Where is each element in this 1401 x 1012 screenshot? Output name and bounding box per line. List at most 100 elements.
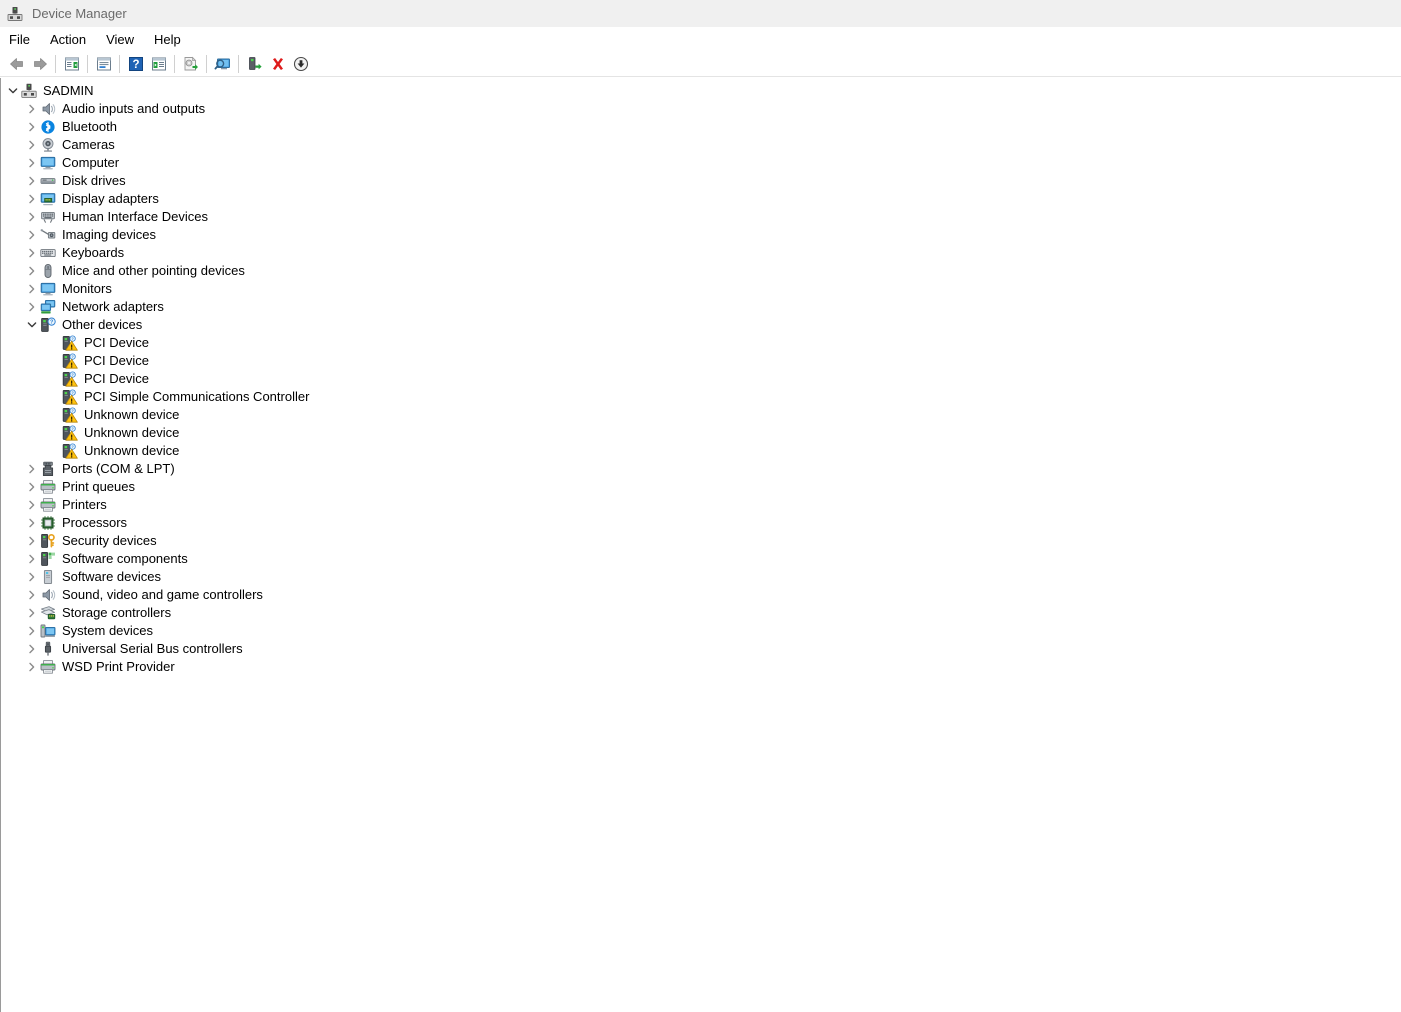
help-button[interactable]: ?	[124, 53, 147, 75]
chevron-right-icon[interactable]	[24, 550, 40, 568]
tree-node-software-components[interactable]: Software components	[1, 550, 1401, 568]
tree-node-label: Unknown device	[84, 425, 179, 441]
tree-node-sound-video-and-game-controllers[interactable]: Sound, video and game controllers	[1, 586, 1401, 604]
forward-button[interactable]	[28, 53, 51, 75]
chevron-right-icon[interactable]	[24, 532, 40, 550]
update-driver-button[interactable]	[179, 53, 202, 75]
tree-node-monitors[interactable]: Monitors	[1, 280, 1401, 298]
chevron-right-icon[interactable]	[24, 658, 40, 676]
tree-node-system-devices[interactable]: System devices	[1, 622, 1401, 640]
chevron-right-icon[interactable]	[24, 208, 40, 226]
chevron-right-icon[interactable]	[24, 136, 40, 154]
tree-node-label: PCI Device	[84, 371, 149, 387]
tree-node-storage-controllers[interactable]: Storage controllers	[1, 604, 1401, 622]
chevron-right-icon[interactable]	[24, 478, 40, 496]
tree-node-label: Security devices	[62, 533, 157, 549]
printer-icon	[40, 659, 56, 675]
tree-node-label: Display adapters	[62, 191, 159, 207]
svg-text:?: ?	[132, 59, 139, 71]
tree-node-pci-simple-communications-controller[interactable]: ? PCI Simple Communications Controller	[1, 388, 1401, 406]
tree-node-sadmin[interactable]: SADMIN	[1, 82, 1401, 100]
tree-node-label: Processors	[62, 515, 127, 531]
chevron-right-icon[interactable]	[24, 298, 40, 316]
chevron-right-icon[interactable]	[24, 496, 40, 514]
tree-node-universal-serial-bus-controllers[interactable]: Universal Serial Bus controllers	[1, 640, 1401, 658]
tree-node-label: Bluetooth	[62, 119, 117, 135]
menu-help[interactable]: Help	[154, 31, 192, 48]
chevron-right-icon[interactable]	[24, 604, 40, 622]
tree-node-processors[interactable]: Processors	[1, 514, 1401, 532]
hid-icon	[40, 209, 56, 225]
tree-node-human-interface-devices[interactable]: Human Interface Devices	[1, 208, 1401, 226]
tree-node-print-queues[interactable]: Print queues	[1, 478, 1401, 496]
device-tree-panel[interactable]: SADMIN Audio inputs and outputs Bluetoot…	[0, 78, 1401, 1012]
chevron-right-icon[interactable]	[24, 262, 40, 280]
scan-hardware-changes-button[interactable]	[211, 53, 234, 75]
chevron-down-icon[interactable]	[24, 316, 40, 334]
back-button[interactable]	[5, 53, 28, 75]
tree-node-pci-device[interactable]: ? PCI Device	[1, 370, 1401, 388]
chevron-right-icon[interactable]	[24, 280, 40, 298]
chevron-right-icon[interactable]	[24, 568, 40, 586]
tree-node-network-adapters[interactable]: Network adapters	[1, 298, 1401, 316]
tree-node-bluetooth[interactable]: Bluetooth	[1, 118, 1401, 136]
forward-arrow-icon	[31, 55, 49, 73]
enable-device-button[interactable]	[243, 53, 266, 75]
chevron-right-icon[interactable]	[24, 154, 40, 172]
display-adapter-icon	[40, 191, 56, 207]
tree-node-software-devices[interactable]: Software devices	[1, 568, 1401, 586]
tree-node-imaging-devices[interactable]: Imaging devices	[1, 226, 1401, 244]
imaging-device-icon	[40, 227, 56, 243]
tree-node-unknown-device[interactable]: ? Unknown device	[1, 424, 1401, 442]
chevron-right-icon[interactable]	[24, 172, 40, 190]
tree-node-security-devices[interactable]: Security devices	[1, 532, 1401, 550]
tree-node-pci-device[interactable]: ? PCI Device	[1, 334, 1401, 352]
tree-node-other-devices[interactable]: ?Other devices	[1, 316, 1401, 334]
tree-node-disk-drives[interactable]: Disk drives	[1, 172, 1401, 190]
tree-node-computer[interactable]: Computer	[1, 154, 1401, 172]
show-hide-action-pane-button[interactable]	[147, 53, 170, 75]
tree-node-label: Universal Serial Bus controllers	[62, 641, 243, 657]
uninstall-device-button[interactable]	[266, 53, 289, 75]
tree-node-audio-inputs-and-outputs[interactable]: Audio inputs and outputs	[1, 100, 1401, 118]
tree-node-unknown-device[interactable]: ? Unknown device	[1, 406, 1401, 424]
chevron-right-icon[interactable]	[24, 118, 40, 136]
tree-node-display-adapters[interactable]: Display adapters	[1, 190, 1401, 208]
tree-node-ports-com-and-lpt[interactable]: Ports (COM & LPT)	[1, 460, 1401, 478]
tree-node-label: Storage controllers	[62, 605, 171, 621]
properties-button[interactable]	[92, 53, 115, 75]
tree-node-label: SADMIN	[43, 83, 94, 99]
tree-node-unknown-device[interactable]: ? Unknown device	[1, 442, 1401, 460]
chevron-right-icon[interactable]	[24, 640, 40, 658]
tree-node-printers[interactable]: Printers	[1, 496, 1401, 514]
chevron-right-icon[interactable]	[24, 226, 40, 244]
mouse-icon	[40, 263, 56, 279]
toolbar-separator	[238, 55, 239, 73]
tree-node-keyboards[interactable]: Keyboards	[1, 244, 1401, 262]
show-hide-console-tree-button[interactable]	[60, 53, 83, 75]
chevron-right-icon[interactable]	[24, 190, 40, 208]
tree-node-label: Audio inputs and outputs	[62, 101, 205, 117]
chevron-right-icon[interactable]	[24, 622, 40, 640]
keyboard-icon	[40, 245, 56, 261]
menu-file[interactable]: File	[9, 31, 41, 48]
window-title: Device Manager	[32, 7, 127, 20]
tree-node-label: PCI Device	[84, 353, 149, 369]
chevron-right-icon[interactable]	[24, 460, 40, 478]
tree-node-label: WSD Print Provider	[62, 659, 175, 675]
tree-node-mice-and-other-pointing-devices[interactable]: Mice and other pointing devices	[1, 262, 1401, 280]
menu-action[interactable]: Action	[50, 31, 97, 48]
chevron-right-icon[interactable]	[24, 514, 40, 532]
chevron-right-icon[interactable]	[24, 100, 40, 118]
tree-node-pci-device[interactable]: ? PCI Device	[1, 352, 1401, 370]
chevron-down-icon[interactable]	[5, 82, 21, 100]
menu-view[interactable]: View	[106, 31, 145, 48]
tree-node-label: Keyboards	[62, 245, 124, 261]
disable-device-button[interactable]	[289, 53, 312, 75]
title-bar: Device Manager	[0, 0, 1401, 27]
chevron-right-icon[interactable]	[24, 586, 40, 604]
tree-node-wsd-print-provider[interactable]: WSD Print Provider	[1, 658, 1401, 676]
printer-icon	[40, 479, 56, 495]
chevron-right-icon[interactable]	[24, 244, 40, 262]
tree-node-cameras[interactable]: Cameras	[1, 136, 1401, 154]
